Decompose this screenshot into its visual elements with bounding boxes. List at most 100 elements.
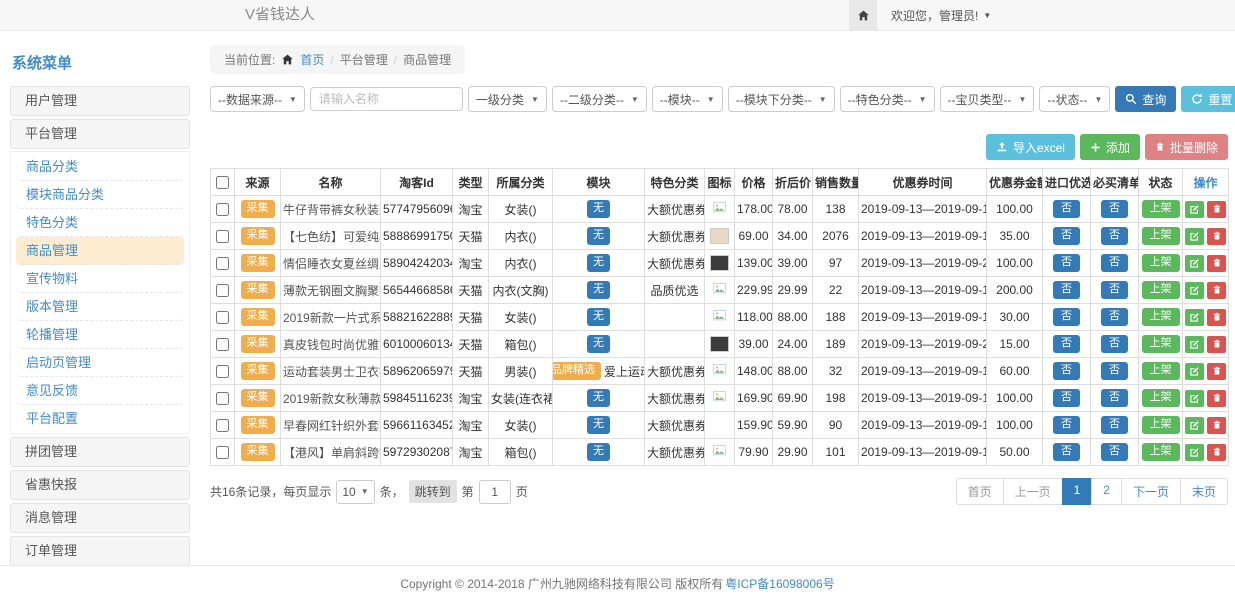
row-checkbox[interactable] [216, 311, 229, 324]
status-toggle[interactable]: 上架 [1142, 200, 1180, 218]
page-button-1[interactable]: 1 [1062, 478, 1093, 505]
row-checkbox[interactable] [216, 392, 229, 405]
must-buy-toggle[interactable]: 否 [1101, 281, 1128, 299]
edit-button[interactable] [1185, 363, 1204, 380]
sidebar-group-用户管理[interactable]: 用户管理 [10, 86, 190, 116]
user-menu[interactable]: 欢迎您，管理员! ▼ [891, 7, 1221, 24]
edit-button[interactable] [1185, 444, 1204, 461]
must-buy-toggle[interactable]: 否 [1101, 443, 1128, 461]
breadcrumb-item-platform[interactable]: 平台管理 [340, 51, 388, 68]
row-checkbox[interactable] [216, 203, 229, 216]
select-all-checkbox[interactable] [216, 176, 229, 189]
edit-button[interactable] [1185, 417, 1204, 434]
edit-button[interactable] [1185, 390, 1204, 407]
sidebar-item-模块商品分类[interactable]: 模块商品分类 [16, 181, 184, 209]
must-buy-toggle[interactable]: 否 [1101, 308, 1128, 326]
delete-button[interactable] [1207, 336, 1226, 353]
sidebar-item-宣传物料[interactable]: 宣传物料 [16, 265, 184, 293]
sidebar-group-平台管理[interactable]: 平台管理 [10, 119, 190, 149]
sidebar-item-轮播管理[interactable]: 轮播管理 [16, 321, 184, 349]
row-checkbox[interactable] [216, 419, 229, 432]
row-checkbox[interactable] [216, 338, 229, 351]
sidebar-item-意见反馈[interactable]: 意见反馈 [16, 377, 184, 405]
sidebar-item-启动页管理[interactable]: 启动页管理 [16, 349, 184, 377]
page-button-上一页[interactable]: 上一页 [1003, 478, 1063, 505]
delete-button[interactable] [1207, 201, 1226, 218]
edit-button[interactable] [1185, 309, 1204, 326]
feature-category-select[interactable]: --特色分类--▼ [840, 86, 935, 112]
delete-button[interactable] [1207, 390, 1226, 407]
import-select-toggle[interactable]: 否 [1053, 254, 1080, 272]
delete-button[interactable] [1207, 417, 1226, 434]
row-checkbox[interactable] [216, 446, 229, 459]
delete-button[interactable] [1207, 309, 1226, 326]
must-buy-toggle[interactable]: 否 [1101, 335, 1128, 353]
sidebar-item-版本管理[interactable]: 版本管理 [16, 293, 184, 321]
import-select-toggle[interactable]: 否 [1053, 362, 1080, 380]
delete-button[interactable] [1207, 228, 1226, 245]
add-button[interactable]: 添加 [1080, 134, 1140, 160]
import-excel-button[interactable]: 导入excel [986, 134, 1075, 160]
sidebar-group-订单管理[interactable]: 订单管理 [10, 536, 190, 566]
module-sub-category-select[interactable]: --模块下分类--▼ [728, 86, 835, 112]
reset-button[interactable]: 重置 [1181, 86, 1235, 112]
level1-category-select[interactable]: 一级分类▼ [468, 86, 547, 112]
delete-button[interactable] [1207, 255, 1226, 272]
page-button-末页[interactable]: 末页 [1180, 478, 1228, 505]
import-select-toggle[interactable]: 否 [1053, 308, 1080, 326]
breadcrumb-home-link[interactable]: 首页 [300, 51, 324, 68]
sidebar-group-拼团管理[interactable]: 拼团管理 [10, 437, 190, 467]
breadcrumb-item-goods[interactable]: 商品管理 [403, 51, 451, 68]
status-toggle[interactable]: 上架 [1142, 335, 1180, 353]
import-select-toggle[interactable]: 否 [1053, 416, 1080, 434]
sidebar-group-省惠快报[interactable]: 省惠快报 [10, 470, 190, 500]
edit-button[interactable] [1185, 282, 1204, 299]
page-button-2[interactable]: 2 [1091, 478, 1122, 505]
delete-button[interactable] [1207, 363, 1226, 380]
sidebar-group-消息管理[interactable]: 消息管理 [10, 503, 190, 533]
icp-link[interactable]: 粤ICP备16098006号 [725, 575, 834, 592]
must-buy-toggle[interactable]: 否 [1101, 389, 1128, 407]
row-checkbox[interactable] [216, 284, 229, 297]
import-select-toggle[interactable]: 否 [1053, 281, 1080, 299]
sidebar-item-特色分类[interactable]: 特色分类 [16, 209, 184, 237]
must-buy-toggle[interactable]: 否 [1101, 416, 1128, 434]
jump-page-input[interactable] [479, 480, 511, 504]
level2-category-select[interactable]: --二级分类--▼ [552, 86, 647, 112]
must-buy-toggle[interactable]: 否 [1101, 254, 1128, 272]
status-toggle[interactable]: 上架 [1142, 416, 1180, 434]
status-select[interactable]: --状态--▼ [1039, 86, 1110, 112]
home-button[interactable] [849, 0, 877, 30]
import-select-toggle[interactable]: 否 [1053, 443, 1080, 461]
item-type-select[interactable]: --宝贝类型--▼ [940, 86, 1035, 112]
per-page-select[interactable]: 10 ▼ [336, 480, 374, 504]
page-button-首页[interactable]: 首页 [956, 478, 1004, 505]
row-checkbox[interactable] [216, 365, 229, 378]
status-toggle[interactable]: 上架 [1142, 308, 1180, 326]
status-toggle[interactable]: 上架 [1142, 227, 1180, 245]
must-buy-toggle[interactable]: 否 [1101, 227, 1128, 245]
row-checkbox[interactable] [216, 230, 229, 243]
module-select[interactable]: --模块--▼ [652, 86, 723, 112]
page-button-下一页[interactable]: 下一页 [1121, 478, 1181, 505]
row-checkbox[interactable] [216, 257, 229, 270]
name-input[interactable] [310, 87, 463, 111]
import-select-toggle[interactable]: 否 [1053, 227, 1080, 245]
data-source-select[interactable]: --数据来源--▼ [210, 86, 305, 112]
status-toggle[interactable]: 上架 [1142, 443, 1180, 461]
import-select-toggle[interactable]: 否 [1053, 335, 1080, 353]
batch-delete-button[interactable]: 批量删除 [1145, 134, 1228, 160]
edit-button[interactable] [1185, 201, 1204, 218]
edit-button[interactable] [1185, 228, 1204, 245]
sidebar-item-商品管理[interactable]: 商品管理 [16, 237, 184, 265]
edit-button[interactable] [1185, 255, 1204, 272]
status-toggle[interactable]: 上架 [1142, 254, 1180, 272]
delete-button[interactable] [1207, 444, 1226, 461]
status-toggle[interactable]: 上架 [1142, 389, 1180, 407]
search-button[interactable]: 查询 [1115, 86, 1176, 112]
edit-button[interactable] [1185, 336, 1204, 353]
delete-button[interactable] [1207, 282, 1226, 299]
jump-button[interactable]: 跳转到 [409, 480, 457, 503]
import-select-toggle[interactable]: 否 [1053, 200, 1080, 218]
sidebar-item-商品分类[interactable]: 商品分类 [16, 153, 184, 181]
